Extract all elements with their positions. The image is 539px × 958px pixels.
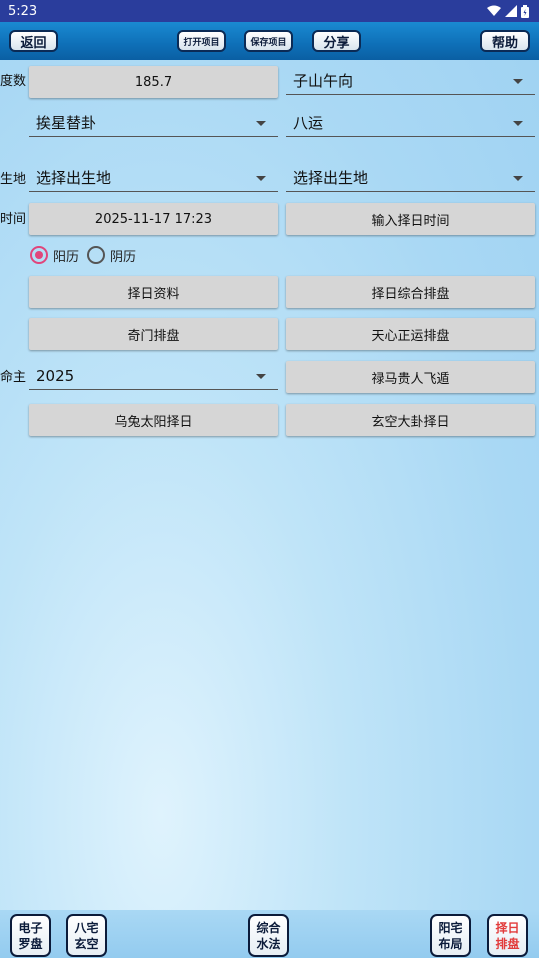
chevron-down-icon <box>513 121 523 126</box>
birthplace-select-2[interactable]: 选择出生地 <box>286 164 535 192</box>
water-button[interactable]: 综合 水法 <box>248 914 289 957</box>
water-button-line2: 水法 <box>256 936 281 951</box>
chevron-down-icon <box>256 374 266 379</box>
chevron-down-icon <box>256 176 266 181</box>
bazhai-button-line1: 八宅 <box>74 920 99 935</box>
time-value-button[interactable]: 2025-11-17 17:23 <box>29 203 278 235</box>
water-button-line1: 综合 <box>256 920 281 935</box>
open-project-button[interactable]: 打开项目 <box>177 30 226 52</box>
compass-button-line1: 电子 <box>18 920 43 935</box>
degree-value-button[interactable]: 185.7 <box>29 66 278 98</box>
luma-guiren-button[interactable]: 禄马贵人飞遁 <box>286 361 535 393</box>
battery-icon <box>521 4 529 18</box>
bottom-nav: 电子 罗盘 八宅 玄空 综合 水法 阳宅 布局 择日 排盘 <box>0 910 539 958</box>
mingzhu-select[interactable]: 2025 <box>29 362 278 390</box>
radio-lunar-label[interactable]: 阴历 <box>110 246 136 265</box>
method-select[interactable]: 挨星替卦 <box>29 109 278 137</box>
yangzhai-button-line2: 布局 <box>438 936 463 951</box>
input-date-button[interactable]: 输入择日时间 <box>286 203 535 235</box>
tianxin-chart-button[interactable]: 天心正运排盘 <box>286 318 535 350</box>
radio-solar-label[interactable]: 阳历 <box>53 246 79 265</box>
compass-button-line2: 罗盘 <box>18 936 43 951</box>
status-bar: 5:23 <box>0 0 539 22</box>
zeri-button-line1: 择日 <box>495 920 520 935</box>
top-toolbar: 返回 打开项目 保存项目 分享 帮助 <box>0 22 539 60</box>
signal-icon <box>505 5 517 17</box>
period-select-value: 八运 <box>293 114 324 132</box>
chevron-down-icon <box>513 176 523 181</box>
time-label: 时间 <box>0 212 27 227</box>
direction-select[interactable]: 子山午向 <box>286 67 535 95</box>
bazhai-button[interactable]: 八宅 玄空 <box>66 914 107 957</box>
birthplace-label: 生地 <box>0 172 27 187</box>
date-info-button[interactable]: 择日资料 <box>29 276 278 308</box>
yangzhai-button-line1: 阳宅 <box>438 920 463 935</box>
help-button[interactable]: 帮助 <box>480 30 530 52</box>
zeri-button-line2: 排盘 <box>495 936 520 951</box>
calendar-radio-group: 阳历 阴历 <box>30 245 144 265</box>
birthplace-select-1[interactable]: 选择出生地 <box>29 164 278 192</box>
birthplace-select-2-value: 选择出生地 <box>293 169 369 187</box>
wutu-sun-button[interactable]: 乌兔太阳择日 <box>29 404 278 436</box>
mingzhu-label: 命主 <box>0 370 27 385</box>
save-project-button[interactable]: 保存项目 <box>244 30 293 52</box>
xuankong-dagua-button[interactable]: 玄空大卦择日 <box>286 404 535 436</box>
radio-lunar[interactable] <box>87 246 106 264</box>
degree-label: 度数 <box>0 74 27 89</box>
status-icons <box>487 4 529 18</box>
method-select-value: 挨星替卦 <box>36 114 97 132</box>
radio-solar[interactable] <box>30 246 48 264</box>
direction-select-value: 子山午向 <box>293 72 354 90</box>
zeri-button[interactable]: 择日 排盘 <box>487 914 528 957</box>
qimen-chart-button[interactable]: 奇门排盘 <box>29 318 278 350</box>
yangzhai-button[interactable]: 阳宅 布局 <box>430 914 471 957</box>
mingzhu-select-value: 2025 <box>36 366 75 385</box>
birthplace-select-1-value: 选择出生地 <box>36 169 112 187</box>
chevron-down-icon <box>256 121 266 126</box>
compass-button[interactable]: 电子 罗盘 <box>10 914 51 957</box>
back-button[interactable]: 返回 <box>9 30 58 52</box>
share-button[interactable]: 分享 <box>312 30 361 52</box>
chevron-down-icon <box>513 79 523 84</box>
date-combined-chart-button[interactable]: 择日综合排盘 <box>286 276 535 308</box>
wifi-icon <box>487 5 501 16</box>
status-time: 5:23 <box>8 3 38 19</box>
period-select[interactable]: 八运 <box>286 109 535 137</box>
bazhai-button-line2: 玄空 <box>74 936 99 951</box>
